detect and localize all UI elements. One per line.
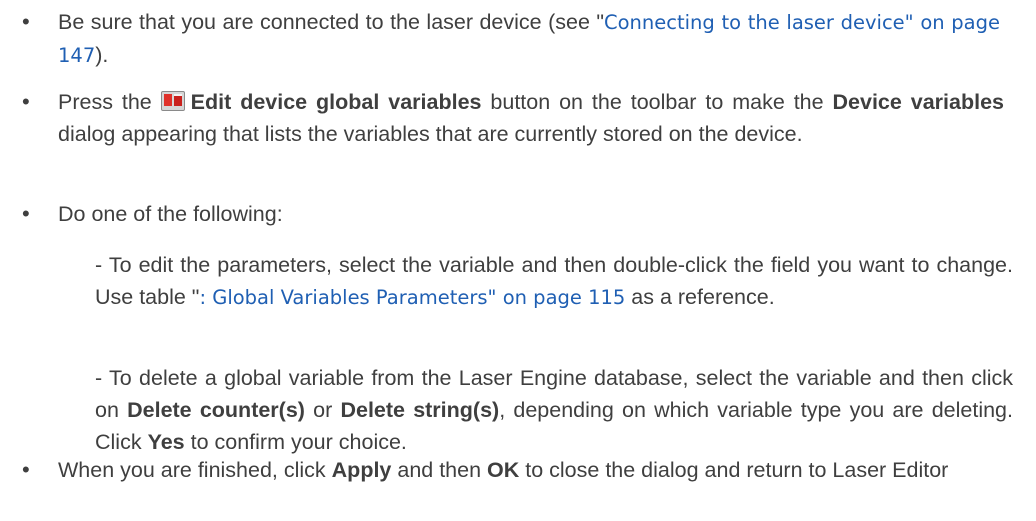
bullet-marker: • (22, 9, 30, 34)
bold-text: Apply (331, 458, 392, 482)
sub-item: - To edit the parameters, select the var… (95, 249, 1013, 314)
text: to confirm your choice. (184, 430, 407, 454)
bold-text: Delete counter(s) (127, 398, 305, 422)
text: ). (95, 43, 109, 67)
bold-text: OK (487, 458, 520, 482)
text: When you are finished, click (58, 458, 332, 482)
list-item: Do one of the following: (58, 198, 1004, 230)
text: dialog appearing that lists the variable… (58, 122, 803, 146)
list-item: Press the Edit device global variables b… (58, 86, 1004, 150)
text: Do one of the following: (58, 202, 283, 226)
bullet-marker: • (22, 457, 30, 482)
text: or (304, 398, 341, 422)
bullet-marker: • (22, 201, 30, 226)
edit-device-global-variables-icon (160, 91, 185, 111)
text: to close the dialog and return to Laser … (519, 458, 949, 482)
text: Press the (58, 90, 161, 114)
text: button on the toolbar to make the (481, 90, 833, 114)
bold-text: Yes (147, 430, 185, 454)
text: and then (391, 458, 488, 482)
list-item: When you are finished, click Apply and t… (58, 454, 1004, 486)
sub-item: - To delete a global variable from the L… (95, 362, 1013, 458)
bullet-marker: • (22, 89, 30, 114)
bold-text: Device variables (832, 90, 1004, 114)
text: as a reference. (625, 285, 775, 309)
bold-text: Edit device global variables (190, 90, 482, 114)
list-item: Be sure that you are connected to the la… (58, 6, 1000, 72)
text: Be sure that you are connected to the la… (58, 10, 604, 34)
cross-reference-link[interactable]: : Global Variables Parameters" on page 1… (199, 286, 625, 309)
bold-text: Delete string(s) (340, 398, 500, 422)
